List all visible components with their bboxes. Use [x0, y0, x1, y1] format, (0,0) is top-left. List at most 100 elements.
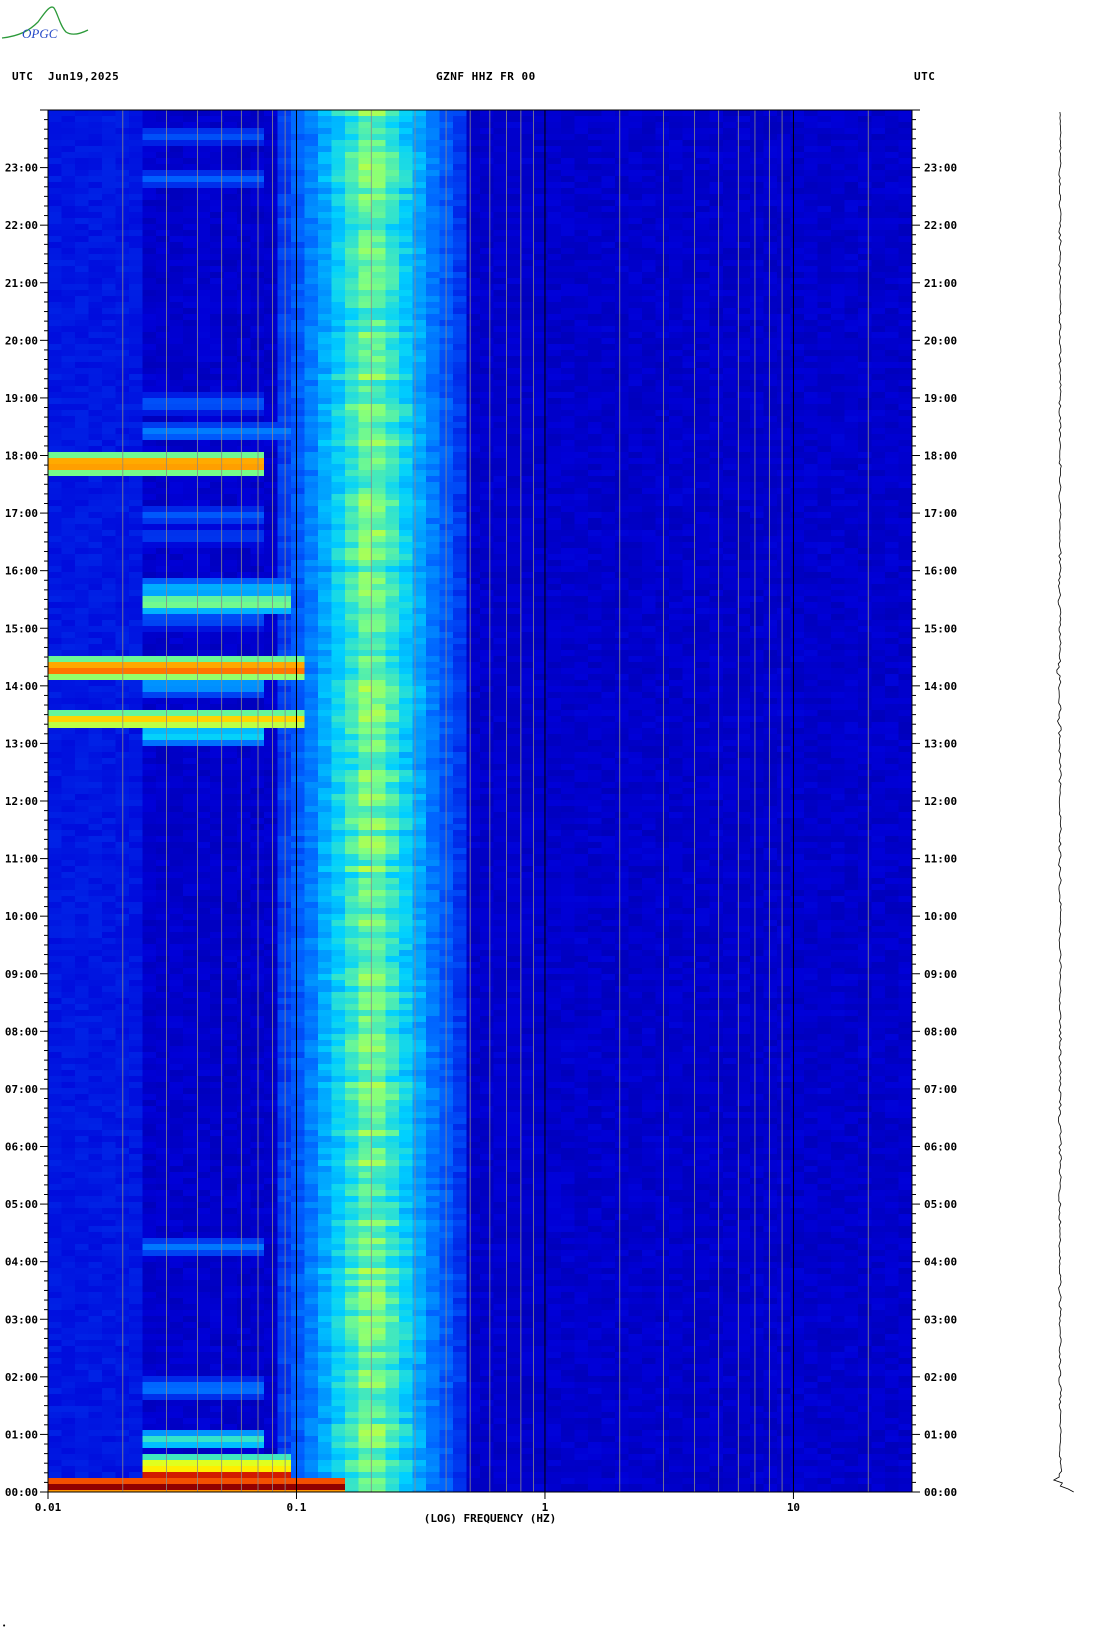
heatmap-cell — [561, 542, 576, 548]
heatmap-cell — [790, 518, 805, 524]
heatmap-cell — [628, 290, 643, 296]
heatmap-cell — [669, 560, 684, 566]
heatmap-cell — [520, 290, 535, 296]
heatmap-cell — [858, 374, 873, 380]
heatmap-cell — [453, 248, 468, 254]
heatmap-cell — [561, 380, 576, 386]
heatmap-cell — [628, 182, 643, 188]
heatmap-cell — [817, 464, 832, 470]
heatmap-cell — [871, 428, 886, 434]
heatmap-cell — [183, 350, 198, 356]
heatmap-cell — [372, 152, 387, 158]
heatmap-cell — [642, 380, 657, 386]
heatmap-cell — [723, 212, 738, 218]
heatmap-cell — [898, 332, 912, 338]
heatmap-cell — [250, 284, 265, 290]
heatmap-cell — [61, 302, 76, 308]
heatmap-cell — [75, 494, 90, 500]
heatmap-cell — [196, 506, 211, 512]
heatmap-cell — [466, 140, 481, 146]
heatmap-cell — [223, 386, 238, 392]
heatmap-cell — [858, 434, 873, 440]
heatmap-cell — [304, 362, 319, 368]
heatmap-cell — [520, 302, 535, 308]
heatmap-cell — [156, 146, 171, 152]
heatmap-cell — [453, 464, 468, 470]
heatmap-cell — [885, 494, 900, 500]
heatmap-cell — [169, 572, 184, 578]
heatmap-cell — [790, 170, 805, 176]
heatmap-cell — [885, 128, 900, 134]
heatmap-cell — [304, 482, 319, 488]
heatmap-cell — [480, 260, 495, 266]
heatmap-cell — [102, 542, 117, 548]
heatmap-cell — [844, 326, 859, 332]
heatmap-cell — [453, 116, 468, 122]
heatmap-cell — [426, 374, 441, 380]
heatmap-cell — [628, 536, 643, 542]
heatmap-cell — [844, 386, 859, 392]
heatmap-cell — [858, 224, 873, 230]
heatmap-cell — [628, 560, 643, 566]
heatmap-cell — [858, 470, 873, 476]
heatmap-cell — [318, 392, 333, 398]
heatmap-cell — [750, 398, 765, 404]
heatmap-cell — [804, 314, 819, 320]
heatmap-cell — [169, 134, 184, 140]
heatmap-cell — [696, 524, 711, 530]
heatmap-cell — [412, 284, 427, 290]
heatmap-cell — [804, 284, 819, 290]
heatmap-cell — [655, 212, 670, 218]
heatmap-cell — [480, 248, 495, 254]
heatmap-cell — [156, 398, 171, 404]
heatmap-cell — [696, 320, 711, 326]
heatmap-cell — [777, 512, 792, 518]
heatmap-cell — [61, 224, 76, 230]
heatmap-cell — [142, 242, 157, 248]
heatmap-cell — [129, 446, 144, 452]
heatmap-cell — [831, 242, 846, 248]
heatmap-cell — [318, 524, 333, 530]
heatmap-cell — [237, 476, 252, 482]
heatmap-cell — [102, 380, 117, 386]
heatmap-cell — [129, 134, 144, 140]
heatmap-cell — [750, 542, 765, 548]
heatmap-cell — [588, 524, 603, 530]
heatmap-cell — [615, 218, 630, 224]
heatmap-cell — [129, 494, 144, 500]
heatmap-cell — [61, 518, 76, 524]
heatmap-cell — [331, 416, 346, 422]
heatmap-cell — [777, 368, 792, 374]
heatmap-cell — [183, 128, 198, 134]
heatmap-cell — [574, 524, 589, 530]
heatmap-cell — [547, 200, 562, 206]
heatmap-cell — [291, 248, 306, 254]
heatmap-cell — [48, 518, 63, 524]
heatmap-cell — [817, 128, 832, 134]
heatmap-cell — [750, 506, 765, 512]
heatmap-cell — [385, 302, 400, 308]
heatmap-cell — [642, 524, 657, 530]
heatmap-cell — [844, 482, 859, 488]
heatmap-cell — [399, 548, 414, 554]
heatmap-cell — [399, 398, 414, 404]
heatmap-cell — [466, 224, 481, 230]
heatmap-cell — [723, 266, 738, 272]
heatmap-cell — [804, 476, 819, 482]
heatmap-cell — [480, 518, 495, 524]
heatmap-cell — [304, 188, 319, 194]
heatmap-cell — [777, 110, 792, 116]
heatmap-cell — [102, 296, 117, 302]
heatmap-cell — [142, 230, 157, 236]
heatmap-cell — [898, 452, 912, 458]
heatmap-cell — [439, 290, 454, 296]
heatmap-cell — [291, 494, 306, 500]
heatmap-cell — [804, 176, 819, 182]
heatmap-cell — [318, 314, 333, 320]
heatmap-cell — [439, 512, 454, 518]
heatmap-cell — [534, 284, 549, 290]
heatmap-cell — [709, 284, 724, 290]
heatmap-cell — [898, 566, 912, 572]
heatmap-cell — [493, 392, 508, 398]
heatmap-cell — [520, 110, 535, 116]
